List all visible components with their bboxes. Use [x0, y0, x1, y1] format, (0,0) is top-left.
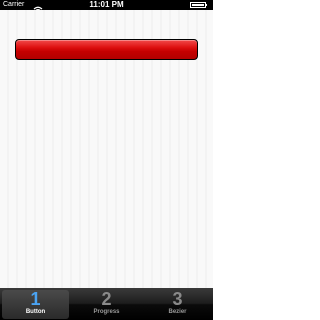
battery-icon: [190, 2, 206, 8]
red-button[interactable]: [15, 39, 198, 60]
battery-tip: [206, 4, 207, 6]
number-one-icon: 1: [30, 289, 41, 309]
status-bar: Carrier 11:01 PM: [0, 0, 213, 14]
tab-bezier[interactable]: 3 Bezier: [142, 288, 213, 320]
number-three-icon: 3: [172, 289, 183, 309]
tab-bar: 1 Button 2 Progress 3 Bezier: [0, 288, 213, 320]
clock: 11:01 PM: [89, 0, 124, 9]
tab-button[interactable]: 1 Button: [0, 288, 71, 320]
main-content: [0, 10, 213, 288]
tab-progress[interactable]: 2 Progress: [71, 288, 142, 320]
number-two-icon: 2: [101, 289, 112, 309]
tab-label: Progress: [93, 309, 120, 315]
tab-label: Bezier: [168, 309, 187, 315]
tab-label: Button: [25, 309, 46, 315]
